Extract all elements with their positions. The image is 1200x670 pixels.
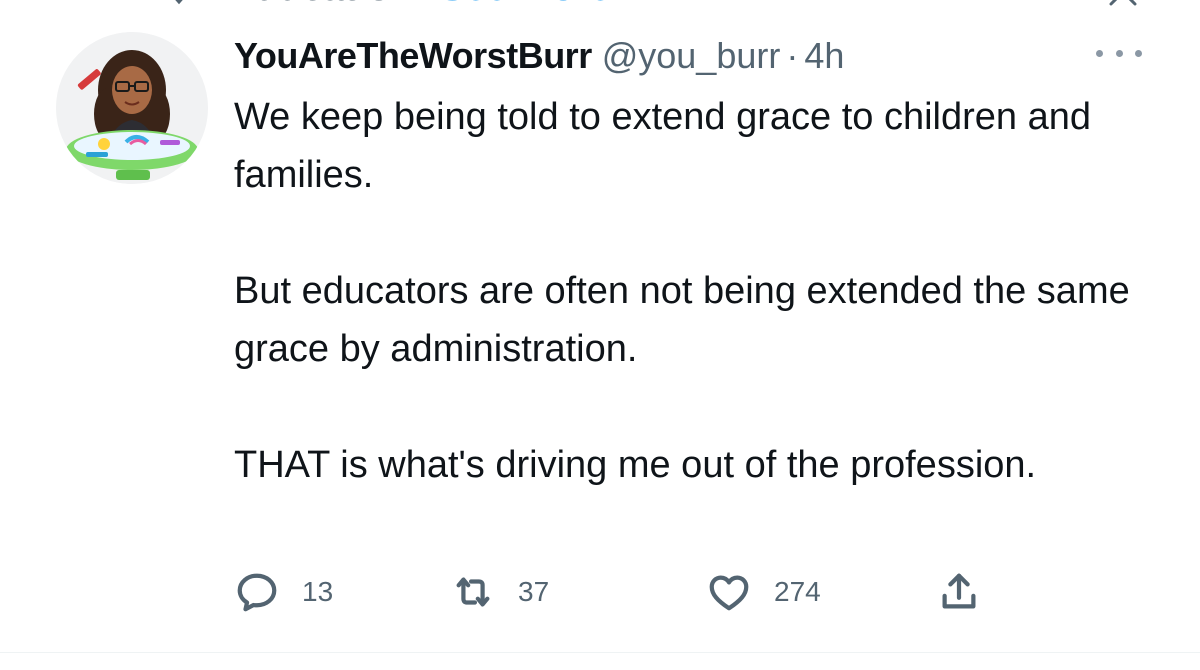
share-button[interactable] [936,566,982,618]
tweet-card: Education See more [0,0,1200,670]
reply-button[interactable]: 13 [234,566,333,618]
tweet-body: YouAreTheWorstBurr @you_burr · 4h We kee… [234,30,1134,494]
like-button[interactable]: 274 [706,566,821,618]
topic-icon [175,0,183,5]
retweet-button[interactable]: 37 [450,566,549,618]
topic-context-row: Education See more [168,0,611,10]
tweet-header: YouAreTheWorstBurr @you_burr · 4h [234,30,1134,82]
more-icon-dot [1135,49,1142,57]
heart-icon [709,575,749,611]
share-icon [942,573,976,609]
divider [0,652,1200,653]
tweet-timestamp[interactable]: 4h [804,30,844,82]
close-icon[interactable] [1108,0,1138,10]
see-more-link[interactable]: See more [440,0,611,10]
tweet-paragraph: But educators are often not being extend… [234,270,1130,370]
reply-icon [237,573,277,612]
topic-label: Education [230,0,414,10]
tweet-paragraph: We keep being told to extend grace to ch… [234,96,1091,196]
bitmoji-avatar[interactable] [56,32,208,184]
separator: · [786,35,799,76]
tweet-paragraph: THAT is what's driving me out of the pro… [234,444,1037,486]
author-display-name[interactable]: YouAreTheWorstBurr [234,30,592,82]
tweet-actions: 13 37 274 [234,566,1014,618]
reply-count: 13 [302,576,334,607]
retweet-count: 37 [518,576,550,607]
like-count: 274 [774,576,821,607]
tweet-text: We keep being told to extend grace to ch… [234,88,1134,494]
author-handle[interactable]: @you_burr [602,30,781,82]
retweet-icon [456,577,490,607]
